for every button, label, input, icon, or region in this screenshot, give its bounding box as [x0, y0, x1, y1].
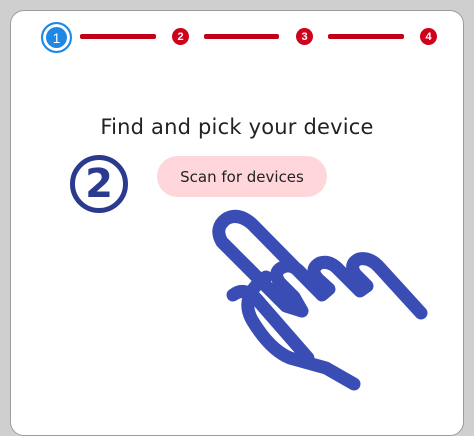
progress-stepper: 1 2 3 4 [0, 0, 474, 70]
pointing-hand-icon [212, 209, 428, 391]
step-1-indicator[interactable]: 1 [41, 22, 72, 53]
step-connector [204, 34, 279, 39]
step-3-indicator[interactable]: 3 [296, 28, 313, 45]
page-title: Find and pick your device [100, 115, 374, 139]
step-2-indicator[interactable]: 2 [172, 28, 189, 45]
step-connector [328, 34, 404, 39]
step-connector [80, 34, 156, 39]
step-4-indicator[interactable]: 4 [420, 28, 437, 45]
scan-devices-button[interactable]: Scan for devices [157, 156, 327, 197]
step-number-badge: 2 [70, 155, 128, 213]
